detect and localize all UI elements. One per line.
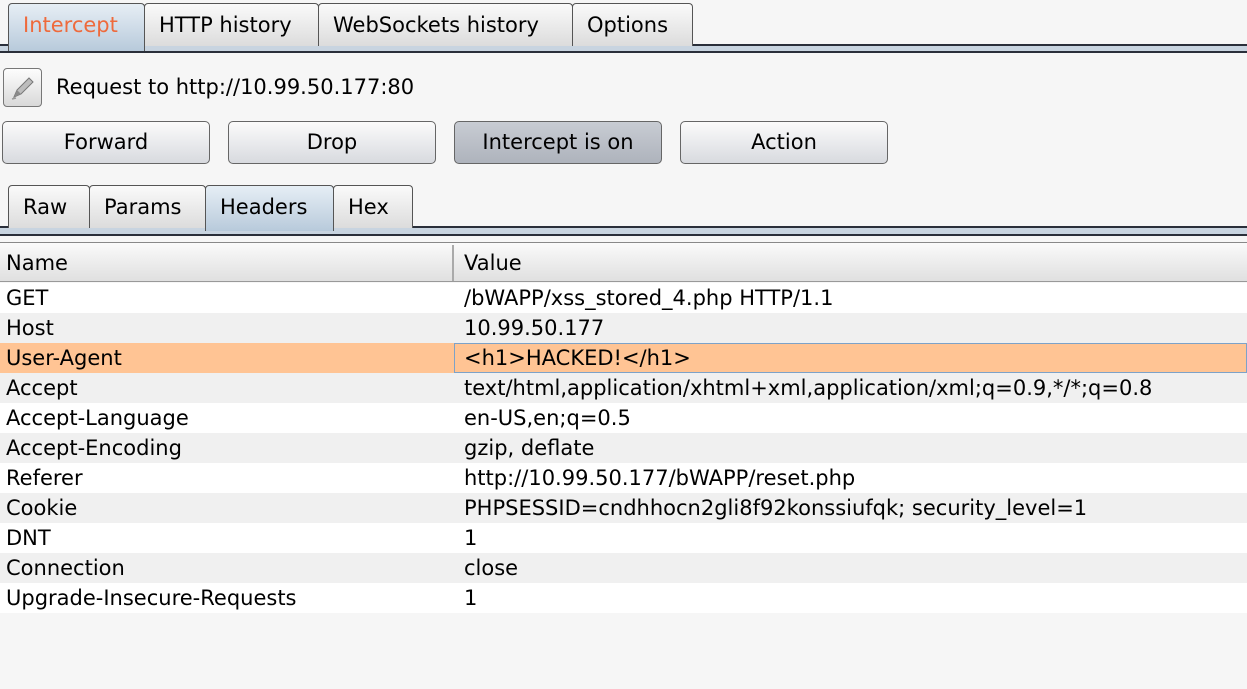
- table-row[interactable]: Upgrade-Insecure-Requests 1: [0, 583, 1247, 613]
- table-row[interactable]: Accept text/html,application/xhtml+xml,ap…: [0, 373, 1247, 403]
- table-row[interactable]: Connection close: [0, 553, 1247, 583]
- header-value-cell[interactable]: gzip, deflate: [464, 436, 594, 460]
- header-value-cell[interactable]: en-US,en;q=0.5: [464, 406, 631, 430]
- tab-websockets-history[interactable]: WebSockets history: [318, 3, 573, 46]
- proxy-tab-strip: Intercept HTTP history WebSockets histor…: [0, 0, 1247, 54]
- header-name-cell[interactable]: Referer: [6, 466, 83, 490]
- header-value-cell[interactable]: 1: [464, 586, 477, 610]
- header-value-cell[interactable]: <h1>HACKED!</h1>: [464, 346, 691, 370]
- drop-button[interactable]: Drop: [228, 121, 436, 164]
- tab-http-history[interactable]: HTTP history: [144, 3, 319, 46]
- column-resize-handle[interactable]: [452, 245, 454, 281]
- column-header-value[interactable]: Value: [464, 251, 522, 275]
- subtab-divider: [0, 234, 1247, 236]
- tab-strip-divider: [0, 51, 1247, 53]
- message-view-tabs: Raw Params Headers Hex: [0, 184, 1247, 240]
- header-value-cell[interactable]: 1: [464, 526, 477, 550]
- header-name-cell[interactable]: Accept: [6, 376, 78, 400]
- table-row[interactable]: Accept-Language en-US,en;q=0.5: [0, 403, 1247, 433]
- header-name-cell[interactable]: DNT: [6, 526, 51, 550]
- tab-options[interactable]: Options: [572, 3, 693, 46]
- column-header-name[interactable]: Name: [6, 251, 68, 275]
- header-value-cell[interactable]: http://10.99.50.177/bWAPP/reset.php: [464, 466, 855, 490]
- headers-table: Name Value GET/bWAPP/xss_stored_4.php HT…: [0, 242, 1247, 689]
- request-target-label: Request to http://10.99.50.177:80: [56, 75, 415, 99]
- table-header: Name Value: [0, 242, 1247, 282]
- header-name-cell[interactable]: GET: [6, 286, 48, 310]
- action-button[interactable]: Action: [680, 121, 888, 164]
- header-name-cell[interactable]: Accept-Language: [6, 406, 189, 430]
- header-value-cell[interactable]: text/html,application/xhtml+xml,applicat…: [464, 376, 1152, 400]
- tab-intercept[interactable]: Intercept: [8, 3, 145, 51]
- header-name-cell[interactable]: Host: [6, 316, 54, 340]
- header-name-cell[interactable]: User-Agent: [6, 346, 122, 370]
- table-body: GET/bWAPP/xss_stored_4.php HTTP/1.1 Host…: [0, 283, 1247, 613]
- header-name-cell[interactable]: Accept-Encoding: [6, 436, 182, 460]
- intercept-toggle-button[interactable]: Intercept is on: [454, 121, 662, 164]
- table-row[interactable]: Host 10.99.50.177: [0, 313, 1247, 343]
- table-row[interactable]: Referer http://10.99.50.177/bWAPP/reset.p…: [0, 463, 1247, 493]
- header-name-cell[interactable]: Upgrade-Insecure-Requests: [6, 586, 297, 610]
- tab-headers[interactable]: Headers: [205, 185, 334, 231]
- header-name-cell[interactable]: Cookie: [6, 496, 77, 520]
- header-value-cell[interactable]: PHPSESSID=cndhhocn2gli8f92konssiufqk; se…: [464, 496, 1087, 520]
- table-row[interactable]: Accept-Encoding gzip, deflate: [0, 433, 1247, 463]
- tab-params[interactable]: Params: [89, 185, 206, 228]
- edit-request-button[interactable]: [3, 68, 42, 107]
- header-value-cell[interactable]: /bWAPP/xss_stored_4.php HTTP/1.1: [464, 286, 833, 310]
- tab-hex[interactable]: Hex: [333, 185, 413, 228]
- table-row[interactable]: GET/bWAPP/xss_stored_4.php HTTP/1.1: [0, 283, 1247, 313]
- proxy-intercept-panel: Intercept HTTP history WebSockets histor…: [0, 0, 1247, 689]
- table-row[interactable]: DNT 1: [0, 523, 1247, 553]
- header-value-cell[interactable]: close: [464, 556, 518, 580]
- table-row-selected[interactable]: User-Agent <h1>HACKED!</h1>: [0, 343, 1247, 373]
- header-name-cell[interactable]: Connection: [6, 556, 125, 580]
- table-row[interactable]: Cookie PHPSESSID=cndhhocn2gli8f92konssiuf…: [0, 493, 1247, 523]
- forward-button[interactable]: Forward: [2, 121, 210, 164]
- header-value-cell[interactable]: 10.99.50.177: [464, 316, 604, 340]
- request-bar: Request to http://10.99.50.177:80: [0, 62, 1247, 112]
- tab-raw[interactable]: Raw: [8, 185, 90, 228]
